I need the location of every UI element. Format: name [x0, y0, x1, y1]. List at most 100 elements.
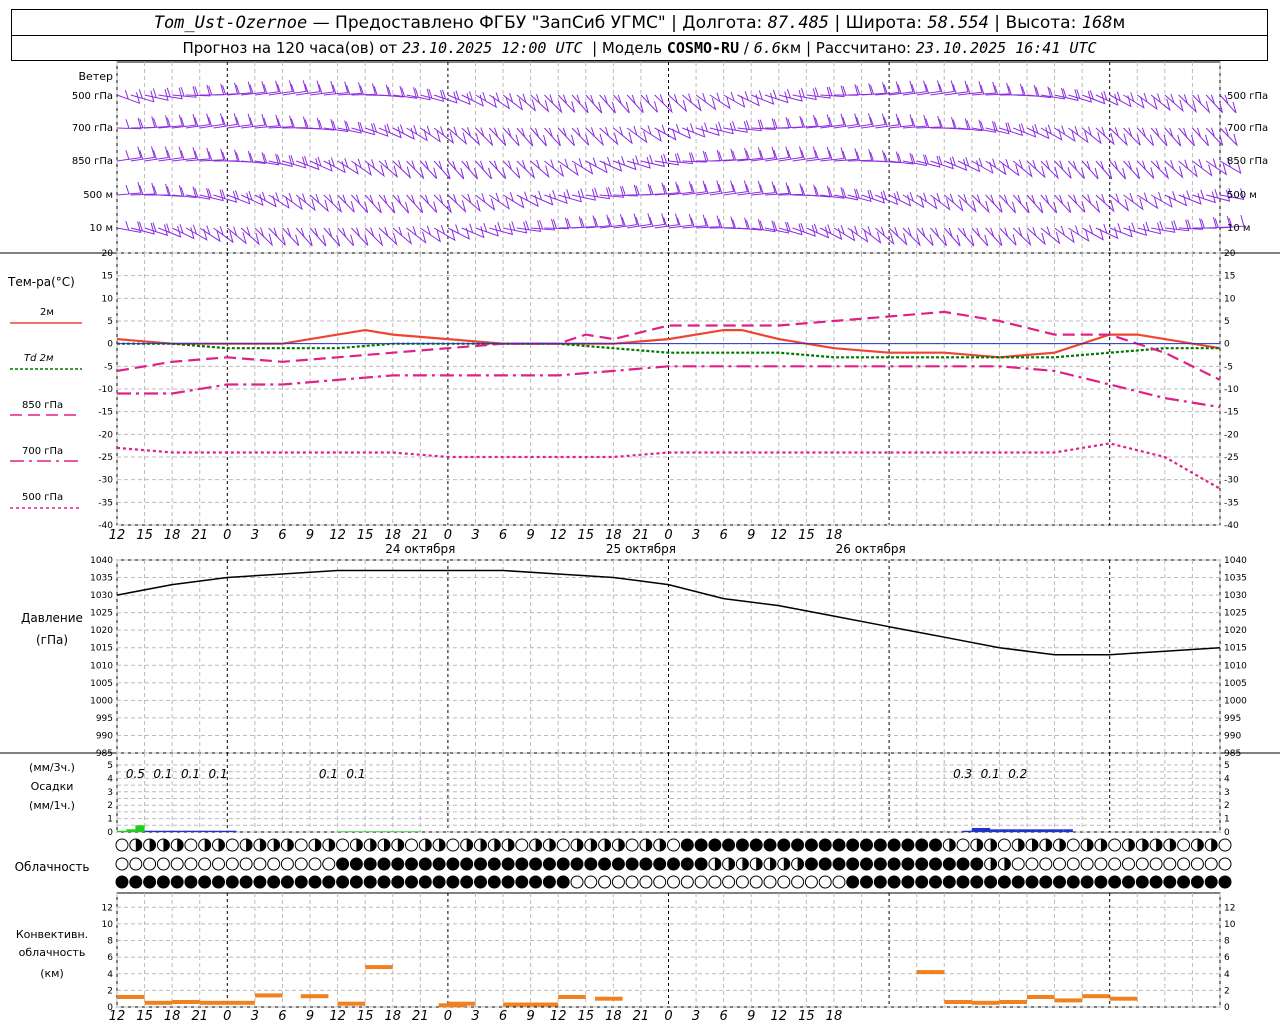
cloud-cover-circle — [294, 838, 308, 852]
wind-barb — [351, 122, 376, 136]
cloud-cover-circle — [1149, 875, 1163, 889]
wind-barb — [544, 217, 570, 230]
cloud-cover-fill — [466, 839, 473, 851]
temp-tick-label-right: -25 — [1224, 453, 1239, 463]
legend-850-label: 850 гПа — [22, 400, 63, 411]
cloud-cover-circle — [1135, 857, 1149, 871]
cloud-cover-circle — [1218, 857, 1232, 871]
cloud-cover-circle — [1066, 857, 1080, 871]
time-tick-label-bottom: 0 — [664, 1009, 672, 1024]
wind-barb — [558, 216, 583, 229]
cloud-cover-fill — [384, 839, 390, 851]
wind-barb — [806, 185, 831, 198]
cloud-cover-fill — [1142, 839, 1149, 851]
cloud-cover-circle — [487, 857, 501, 871]
time-tick-label-bottom: 15 — [798, 1009, 815, 1024]
precip-bar — [163, 830, 173, 832]
cloud-cover-circle — [625, 838, 639, 852]
wind-barb — [378, 85, 404, 98]
precip-value-label: 0.1 — [209, 767, 228, 781]
wind-barb — [1164, 191, 1188, 207]
cloud-cover-circle — [1204, 857, 1218, 871]
cloud-cover-circle — [267, 857, 281, 871]
wind-barb — [296, 117, 321, 130]
wind-barb — [158, 114, 183, 129]
conv-tick-label: 10 — [102, 920, 114, 930]
precip-bar — [117, 830, 127, 832]
pressure-tick-label-right: 1020 — [1224, 626, 1247, 636]
cloud-cover-circle — [653, 875, 667, 889]
wind-barb — [406, 226, 427, 244]
temp-tick-label-right: -15 — [1224, 408, 1239, 418]
conv-cloud-bar — [172, 1000, 200, 1004]
wind-barb — [502, 221, 528, 234]
cloud-cover-fill — [797, 858, 804, 870]
cloud-cover-fill — [714, 858, 721, 870]
wind-barb — [213, 225, 234, 244]
cloud-cover-circle — [267, 875, 281, 889]
wind-barb — [654, 124, 677, 141]
cloud-cover-fill — [494, 839, 501, 851]
wind-barb — [806, 86, 831, 99]
wind-barb — [847, 225, 869, 243]
wind-barb — [1054, 194, 1072, 214]
wind-barb — [516, 191, 539, 208]
precip-bar — [346, 831, 356, 832]
precip-tick-label: 0 — [107, 828, 113, 838]
cloud-cover-circle — [956, 875, 970, 889]
wind-barb — [557, 127, 575, 147]
cloud-cover-circle — [156, 875, 170, 889]
cloud-cover-circle — [418, 875, 432, 889]
precip-tick-label-right: 4 — [1224, 774, 1230, 784]
cloud-cover-circle — [225, 875, 239, 889]
pressure-tick-label: 1005 — [90, 679, 113, 689]
temp-tick-label: 5 — [107, 317, 113, 327]
cloud-cover-circle — [308, 857, 322, 871]
cloud-cover-circle — [515, 857, 529, 871]
time-tick-label-bottom: 6 — [278, 1009, 286, 1024]
cloud-cover-circle — [997, 875, 1011, 889]
legend-td-label: Td 2м — [24, 353, 54, 364]
wind-barb — [943, 227, 961, 247]
conv-title-3: (км) — [40, 967, 64, 980]
cloud-cover-fill — [590, 839, 597, 851]
wind-barb — [227, 81, 252, 96]
wind-level-500m: 500 м — [83, 190, 113, 201]
cloud-cover-fill — [1004, 858, 1011, 870]
precip-bar — [374, 831, 384, 832]
cloud-cover-circle — [777, 838, 791, 852]
time-tick-label: 21 — [191, 528, 208, 543]
cloud-cover-circle — [625, 875, 639, 889]
wind-barb — [833, 84, 859, 96]
cloud-cover-circle — [694, 838, 708, 852]
precip-bar — [1063, 829, 1073, 832]
precip-bar — [135, 825, 145, 832]
cloud-cover-circle — [763, 838, 777, 852]
cloud-cover-circle — [791, 838, 805, 852]
wind-barb — [627, 183, 652, 196]
wind-barb — [792, 114, 818, 129]
precip-unit-3h: (мм/3ч.) — [29, 761, 75, 774]
cloud-cover-circle — [584, 857, 598, 871]
cloud-cover-fill — [728, 858, 735, 870]
cloud-cover-circle — [405, 857, 418, 871]
conv-cloud-bar — [365, 965, 393, 970]
precip-bar — [999, 829, 1009, 832]
wind-barb — [1054, 88, 1079, 102]
cloud-cover-circle — [887, 857, 901, 871]
wind-barb — [723, 147, 749, 162]
wind-barb — [737, 91, 760, 107]
cloud-cover-circle — [1190, 857, 1204, 871]
cloud-cover-circle — [294, 857, 308, 871]
precip-value-label: 0.1 — [981, 767, 1000, 781]
wind-barb — [1040, 160, 1059, 180]
wind-barb — [1164, 127, 1182, 147]
cloud-cover-circle — [294, 875, 308, 889]
precip-tick-label: 2 — [107, 801, 113, 811]
conv-cloud-bar — [944, 1000, 972, 1004]
wind-barb — [461, 223, 485, 239]
precip-bar — [190, 830, 200, 832]
time-tick-label-bottom: 6 — [720, 1009, 728, 1024]
cloud-cover-circle — [763, 875, 777, 889]
time-tick-label-bottom: 6 — [499, 1009, 507, 1024]
